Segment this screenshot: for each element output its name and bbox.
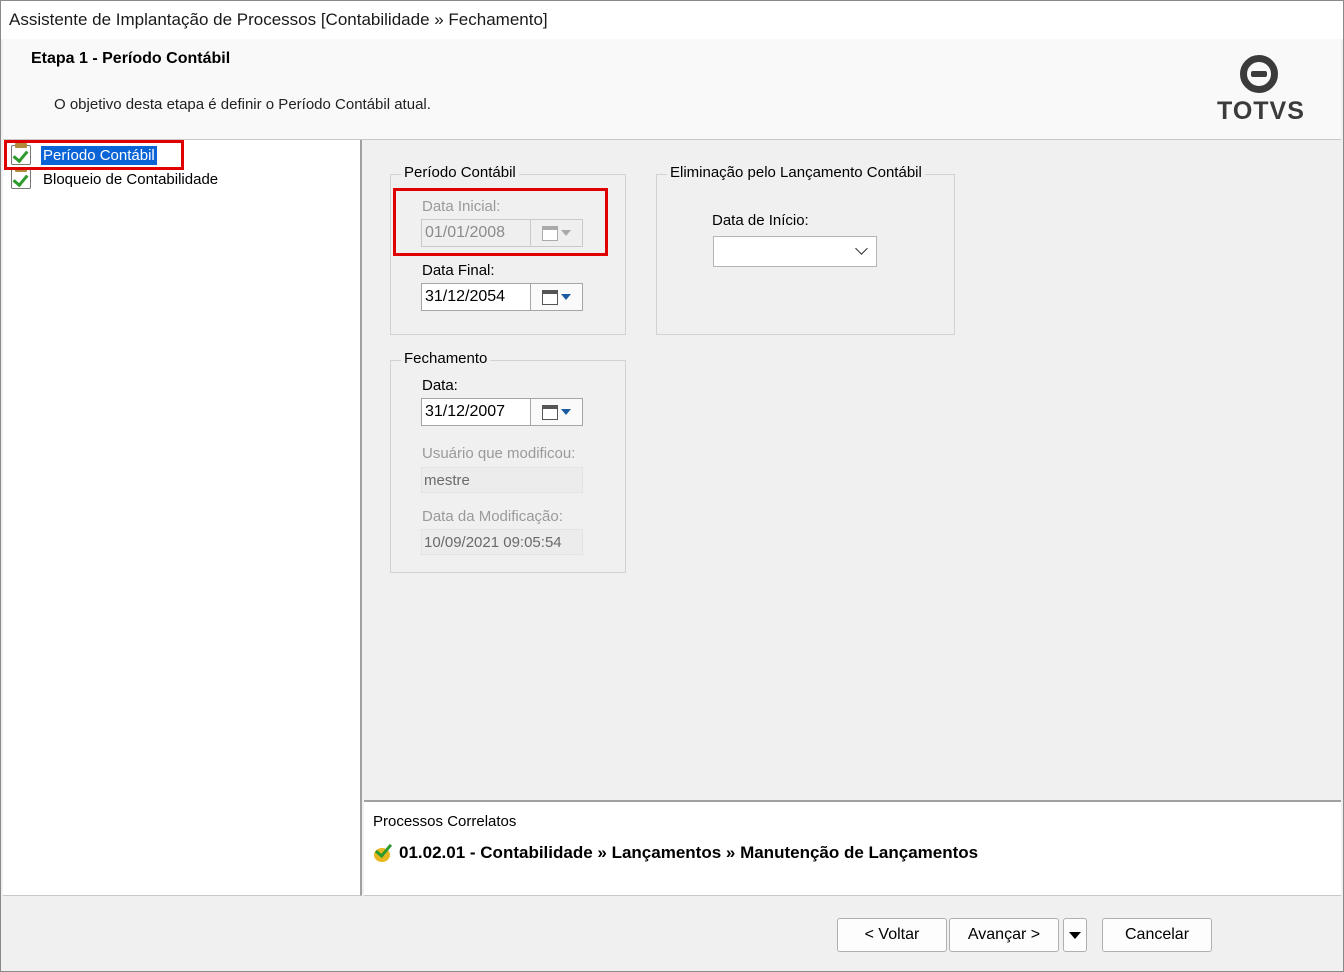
calendar-dropdown-button[interactable]: [530, 399, 582, 425]
totvs-logo-text: TOTVS: [1217, 97, 1305, 125]
data-final-label: Data Final:: [422, 262, 495, 279]
calendar-dropdown-button[interactable]: [530, 284, 582, 310]
data-fechamento-picker[interactable]: 31/12/2007: [421, 398, 583, 426]
step-title: Etapa 1 - Período Contábil: [31, 50, 231, 67]
next-options-button[interactable]: [1063, 918, 1087, 952]
related-process-label[interactable]: 01.02.01 - Contabilidade » Lançamentos »…: [399, 843, 978, 863]
related-process-link[interactable]: 01.02.01 - Contabilidade » Lançamentos »…: [372, 842, 978, 864]
next-button[interactable]: Avançar >: [949, 918, 1059, 952]
group-title: Fechamento: [401, 350, 491, 367]
fechamento-group: Fechamento Data: 31/12/2007 Usuário que …: [390, 350, 626, 573]
checklist-icon: [11, 167, 31, 189]
group-title: Período Contábil: [401, 164, 519, 181]
eliminacao-group: Eliminação pelo Lançamento Contábil Data…: [656, 164, 955, 335]
tree-item-bloqueio-contabilidade[interactable]: Bloqueio de Contabilidade: [11, 167, 220, 190]
tree-item-label: Bloqueio de Contabilidade: [43, 170, 219, 188]
related-processes-title: Processos Correlatos: [373, 813, 517, 830]
data-final-picker[interactable]: 31/12/2054: [421, 283, 583, 311]
data-fechamento-value[interactable]: 31/12/2007: [425, 403, 505, 421]
data-modificacao-field: 10/09/2021 09:05:54: [421, 529, 583, 555]
steps-tree: Período Contábil Bloqueio de Contabilida…: [3, 140, 362, 896]
chevron-down-icon: [561, 294, 571, 300]
related-processes-panel: Processos Correlatos 01.02.01 - Contabil…: [364, 800, 1341, 896]
usuario-label: Usuário que modificou:: [422, 445, 576, 462]
back-button[interactable]: < Voltar: [837, 918, 947, 952]
chevron-down-icon: [855, 242, 868, 255]
data-inicio-dropdown[interactable]: [713, 236, 877, 267]
wizard-window: Assistente de Implantação de Processos […: [0, 0, 1344, 972]
data-final-value[interactable]: 31/12/2054: [425, 288, 505, 306]
step-description: O objetivo desta etapa é definir o Perío…: [54, 96, 431, 113]
step-header: Etapa 1 - Período Contábil O objetivo de…: [3, 39, 1341, 140]
cancel-button[interactable]: Cancelar: [1102, 918, 1212, 952]
highlight-box: [393, 188, 608, 256]
data-inicio-label: Data de Início:: [712, 212, 809, 229]
data-fechamento-label: Data:: [422, 377, 458, 394]
step-content: Período Contábil Data Inicial: 01/01/200…: [364, 140, 1341, 800]
calendar-icon: [542, 289, 558, 305]
chevron-down-icon: [1069, 931, 1081, 939]
chevron-down-icon: [561, 409, 571, 415]
usuario-field: mestre: [421, 467, 583, 493]
window-title: Assistente de Implantação de Processos […: [1, 1, 1343, 39]
totvs-logo: TOTVS: [1217, 55, 1305, 125]
wizard-footer: < Voltar Avançar > Cancelar: [3, 897, 1341, 971]
process-icon: [372, 842, 394, 864]
calendar-icon: [542, 404, 558, 420]
highlight-box: [4, 140, 184, 170]
group-title: Eliminação pelo Lançamento Contábil: [667, 164, 925, 181]
totvs-logo-icon: [1240, 55, 1278, 93]
data-modificacao-label: Data da Modificação:: [422, 508, 563, 525]
